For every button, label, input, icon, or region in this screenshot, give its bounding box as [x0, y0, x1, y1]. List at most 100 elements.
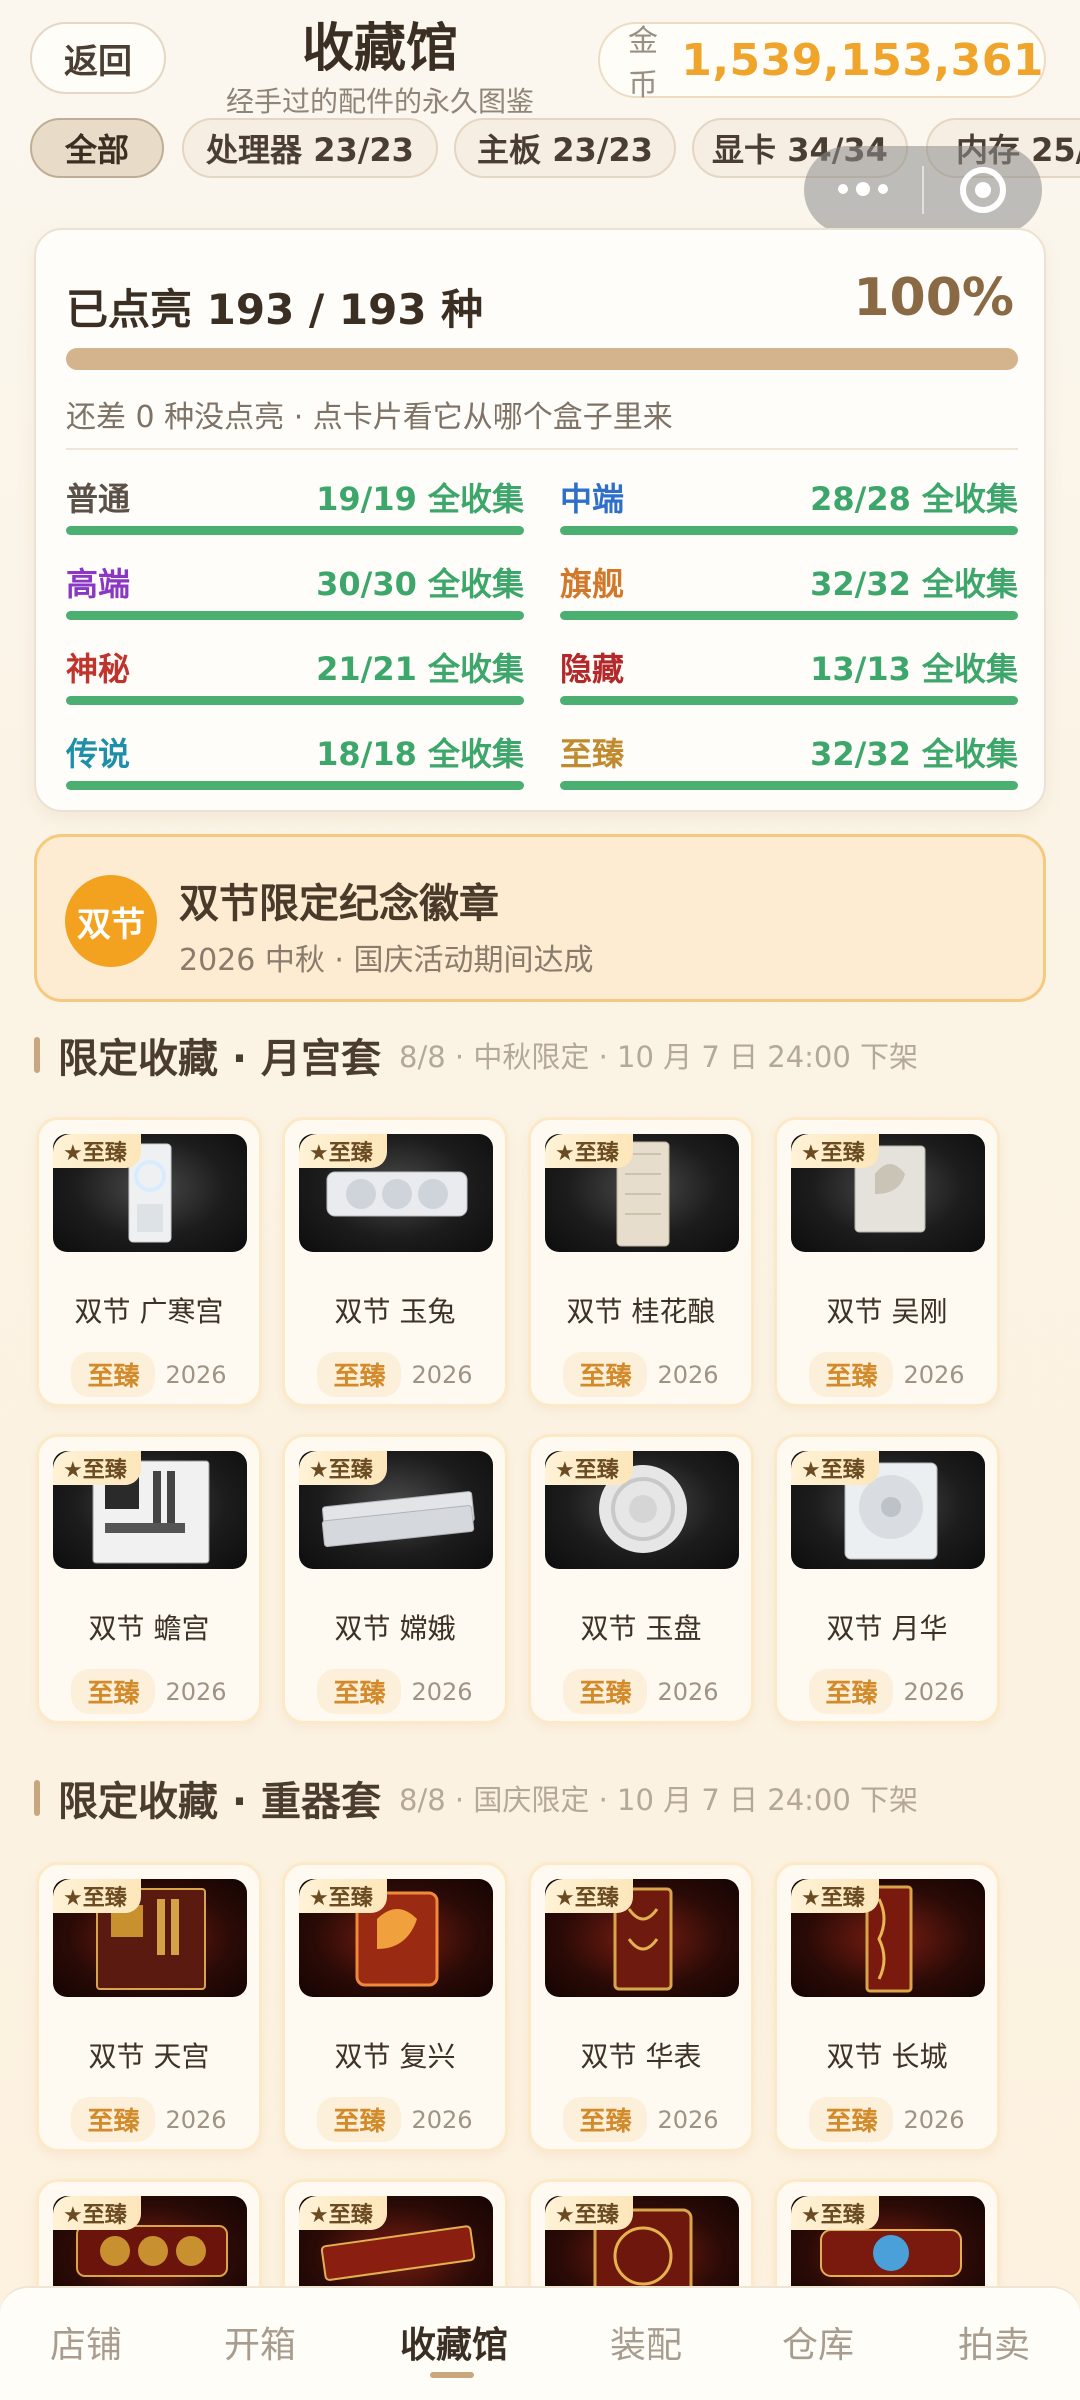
nav-tab-shop[interactable]: 店铺 — [16, 2316, 156, 2368]
coins-label: 金币 — [628, 24, 658, 103]
collection-item-card[interactable]: ★至臻 双节 吴刚 至臻 2026 — [774, 1117, 1000, 1407]
section-meta: 8/8 · 国庆限定 · 10 月 7 日 24:00 下架 — [399, 1783, 919, 1817]
item-year: 2026 — [411, 1677, 473, 1706]
filter-chip-cpu[interactable]: 处理器 23/23 — [182, 118, 438, 178]
rarity-count: 28/28 全收集 — [810, 480, 1018, 518]
item-rarity-pill: 至臻 — [317, 1669, 402, 1714]
coins-value: 1,539,153,361 — [681, 34, 1044, 86]
nav-tab-warehouse[interactable]: 仓库 — [748, 2316, 888, 2368]
rarity-tag: ★至臻 — [53, 1879, 141, 1913]
rarity-tag: ★至臻 — [791, 1879, 879, 1913]
collection-item-card[interactable]: ★至臻 双节 广寒宫 至臻 2026 — [36, 1117, 262, 1407]
item-image: ★至臻 — [545, 1134, 739, 1252]
item-rarity-pill: 至臻 — [71, 1352, 156, 1397]
rarity-progress-bar — [66, 781, 524, 790]
rarity-progress-bar — [66, 526, 524, 535]
close-miniprogram-button[interactable] — [924, 146, 1042, 234]
rarity-name: 旗舰 — [560, 565, 625, 603]
rarity-tag: ★至臻 — [791, 2196, 879, 2230]
rarity-progress-bar — [560, 696, 1018, 705]
item-year: 2026 — [165, 2105, 227, 2134]
rarity-tag: ★至臻 — [299, 1879, 387, 1913]
item-year: 2026 — [411, 1360, 473, 1389]
rarity-count: 18/18 全收集 — [316, 735, 524, 773]
item-rarity-pill: 至臻 — [71, 2097, 156, 2142]
nav-tab-collection[interactable]: 收藏馆 — [382, 2316, 526, 2368]
rarity-name: 神秘 — [66, 650, 131, 688]
item-name: 双节 长城 — [826, 2040, 948, 2073]
item-name: 双节 嫦娥 — [334, 1612, 456, 1645]
item-footer: 至臻 2026 — [39, 1352, 259, 1397]
collection-item-card[interactable]: ★至臻 双节 复兴 至臻 2026 — [282, 1862, 508, 2152]
item-image: ★至臻 — [545, 1879, 739, 1997]
rarity-name: 高端 — [66, 565, 131, 603]
item-name: 双节 月华 — [826, 1612, 948, 1645]
item-image: ★至臻 — [791, 1134, 985, 1252]
section-title: 限定收藏 · 重器套 — [58, 1779, 382, 1825]
rarity-name: 至臻 — [560, 735, 625, 773]
more-menu-button[interactable] — [804, 146, 922, 234]
bottom-nav: 店铺 开箱 收藏馆 装配 仓库 拍卖 — [0, 2286, 1080, 2400]
item-name: 双节 蟾宫 — [88, 1612, 210, 1645]
item-image: ★至臻 — [545, 1451, 739, 1569]
section-title: 限定收藏 · 月宫套 — [58, 1036, 382, 1082]
collection-item-card[interactable]: ★至臻 双节 月华 至臻 2026 — [774, 1434, 1000, 1724]
item-year: 2026 — [657, 1677, 719, 1706]
item-name: 双节 吴刚 — [826, 1295, 948, 1328]
rarity-tag: ★至臻 — [545, 1879, 633, 1913]
rarity-tag: ★至臻 — [545, 1451, 633, 1485]
lit-count-text: 已点亮 193 / 193 种 — [66, 285, 484, 334]
collection-item-card[interactable]: ★至臻双节 桂花酿至臻 2026 — [528, 1117, 754, 1407]
collection-item-card[interactable]: ★至臻双节 嫦娥至臻 2026 — [282, 1434, 508, 1724]
nav-tab-unbox[interactable]: 开箱 — [190, 2316, 330, 2368]
filter-chip-motherboard[interactable]: 主板 23/23 — [454, 118, 676, 178]
rarity-name: 中端 — [560, 480, 625, 518]
item-name: 双节 天宫 — [88, 2040, 210, 2073]
item-year: 2026 — [903, 1360, 965, 1389]
section-header-heavy-artifacts: 限定收藏 · 重器套 8/8 · 国庆限定 · 10 月 7 日 24:00 下… — [34, 1768, 918, 1828]
rarity-tag: ★至臻 — [299, 2196, 387, 2230]
rarity-tag: ★至臻 — [53, 1134, 141, 1168]
collection-item-card[interactable]: ★至臻双节 蟾宫至臻 2026 — [36, 1434, 262, 1724]
rarity-name: 传说 — [66, 735, 131, 773]
badge-title: 双节限定纪念徽章 — [179, 881, 499, 927]
rarity-row-hidden: 隐藏 13/13 全收集 — [560, 644, 1018, 714]
item-rarity-pill: 至臻 — [317, 1352, 402, 1397]
back-button[interactable]: 返回 — [30, 22, 166, 94]
collection-item-card[interactable]: ★至臻双节 天宫至臻 2026 — [36, 1862, 262, 2152]
rarity-count: 32/32 全收集 — [810, 735, 1018, 773]
item-year: 2026 — [657, 1360, 719, 1389]
item-name: 双节 玉盘 — [580, 1612, 702, 1645]
collection-item-card[interactable]: ★至臻 双节 华表 至臻 2026 — [528, 1862, 754, 2152]
rarity-tag: ★至臻 — [545, 1134, 633, 1168]
nav-tab-assemble[interactable]: 装配 — [576, 2316, 716, 2368]
item-name: 双节 桂花酿 — [566, 1295, 716, 1328]
item-year: 2026 — [165, 1360, 227, 1389]
rarity-name: 普通 — [66, 480, 131, 518]
rarity-row-flagship: 旗舰 32/32 全收集 — [560, 559, 1018, 629]
collection-item-card[interactable]: ★至臻 双节 玉盘 至臻 2026 — [528, 1434, 754, 1724]
collection-item-card[interactable]: ★至臻 双节 长城 至臻 2026 — [774, 1862, 1000, 2152]
item-rarity-pill: 至臻 — [71, 1669, 156, 1714]
rarity-tag: ★至臻 — [53, 1451, 141, 1485]
rarity-row-legendary: 传说 18/18 全收集 — [66, 729, 524, 799]
collection-item-card[interactable]: ★至臻 双节 玉兔 至臻 2026 — [282, 1117, 508, 1407]
badge-subtitle: 2026 中秋 · 国庆活动期间达成 — [179, 943, 594, 978]
rarity-count: 21/21 全收集 — [316, 650, 524, 688]
rarity-count: 13/13 全收集 — [810, 650, 1018, 688]
rarity-tag: ★至臻 — [545, 2196, 633, 2230]
rarity-row-mystery: 神秘 21/21 全收集 — [66, 644, 524, 714]
rarity-count: 30/30 全收集 — [316, 565, 524, 603]
item-year: 2026 — [411, 2105, 473, 2134]
nav-tab-auction[interactable]: 拍卖 — [924, 2316, 1064, 2368]
item-rarity-pill: 至臻 — [563, 1352, 648, 1397]
item-year: 2026 — [657, 2105, 719, 2134]
item-image: ★至臻 — [299, 1134, 493, 1252]
filter-chip-all[interactable]: 全部 — [30, 118, 164, 178]
item-year: 2026 — [165, 1677, 227, 1706]
rarity-tag: ★至臻 — [299, 1451, 387, 1485]
festival-badge-card[interactable]: 双节 双节限定纪念徽章 2026 中秋 · 国庆活动期间达成 — [34, 834, 1046, 1002]
item-footer: 至臻 2026 — [39, 1669, 259, 1714]
rarity-tag: ★至臻 — [791, 1451, 879, 1485]
item-image: ★至臻 — [791, 1451, 985, 1569]
